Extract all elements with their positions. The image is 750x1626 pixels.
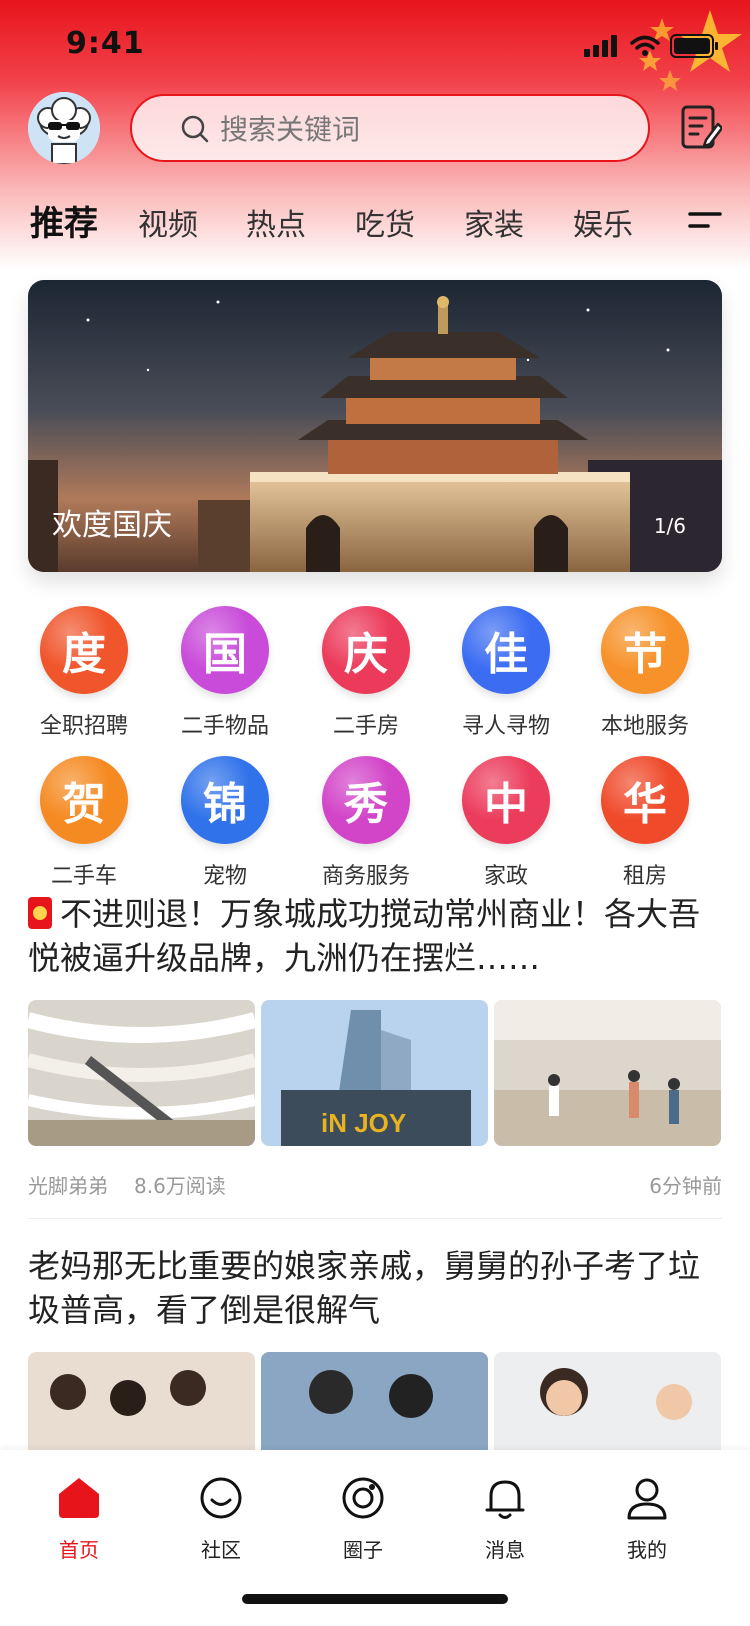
tab-entertainment[interactable]: 娱乐 <box>573 200 633 244</box>
service-grid-label: 二手物品 <box>180 714 269 739</box>
festival-glyph-icon: 贺 <box>40 756 128 844</box>
article-title: 老妈那无比重要的娘家亲戚，舅舅的孙子考了垃圾普高，看了倒是很解气 <box>28 1247 701 1329</box>
search-bar[interactable]: 搜索关键词 <box>130 94 650 162</box>
article-thumbnails: iN JOY <box>28 1000 722 1146</box>
article-title-text: 不进则退！万象城成功搅动常州商业！各大吾悦被逼升级品牌，九洲仍在摆烂…… <box>28 895 701 977</box>
edit-note-icon[interactable] <box>680 104 722 150</box>
service-grid-label: 二手房 <box>332 714 399 739</box>
service-grid-item[interactable]: 国二手物品 <box>150 606 300 740</box>
service-grid-item[interactable]: 中家政 <box>431 756 581 890</box>
signal-icon <box>584 35 617 57</box>
category-tabs: 推荐 视频 热点 吃货 家装 娱乐 <box>30 200 730 250</box>
menu-icon[interactable] <box>688 210 722 232</box>
article-time: 6分钟前 <box>649 1174 722 1198</box>
nav-label: 我的 <box>627 1538 667 1562</box>
service-grid-item[interactable]: 锦宠物 <box>150 756 300 890</box>
header-top-row: 搜索关键词 <box>0 92 750 172</box>
tab-video[interactable]: 视频 <box>138 200 198 244</box>
tab-home-decor[interactable]: 家装 <box>464 200 524 244</box>
nav-circle[interactable]: 圈子 <box>288 1474 438 1563</box>
svg-text:iN JOY: iN JOY <box>321 1108 406 1138</box>
article-author: 光脚弟弟 <box>28 1174 108 1198</box>
service-grid-item[interactable]: 贺二手车 <box>9 756 159 890</box>
nav-label: 圈子 <box>343 1538 383 1562</box>
home-icon <box>59 1478 99 1518</box>
nav-label: 社区 <box>201 1538 241 1562</box>
status-icons <box>584 34 720 58</box>
avatar[interactable] <box>28 92 100 164</box>
nav-label: 首页 <box>59 1538 99 1562</box>
nav-community[interactable]: 社区 <box>146 1474 296 1563</box>
service-grid-label: 商务服务 <box>321 864 410 889</box>
cloud-avatar-icon <box>28 92 100 164</box>
service-grid-item[interactable]: 度全职招聘 <box>9 606 159 740</box>
service-grid-label: 租房 <box>622 864 667 889</box>
mall-interior-thumbnail <box>494 1000 721 1146</box>
search-placeholder: 搜索关键词 <box>220 113 361 146</box>
divider <box>28 1218 722 1219</box>
service-grid-label: 家政 <box>483 864 528 889</box>
festival-glyph-icon: 国 <box>181 606 269 694</box>
article-reads: 8.6万阅读 <box>134 1174 226 1198</box>
banner-carousel[interactable]: 欢度国庆 1/6 <box>28 280 722 572</box>
search-icon <box>181 115 209 143</box>
festival-glyph-icon: 庆 <box>322 606 410 694</box>
banner-caption: 欢度国庆 <box>52 508 172 543</box>
festival-glyph-icon: 秀 <box>322 756 410 844</box>
mall-atrium-thumbnail <box>28 1000 255 1146</box>
service-grid-label: 宠物 <box>202 864 247 889</box>
festival-glyph-icon: 中 <box>462 756 550 844</box>
service-grid-item[interactable]: 庆二手房 <box>291 606 441 740</box>
red-envelope-icon <box>28 897 52 929</box>
smile-icon <box>200 1477 242 1519</box>
festival-glyph-icon: 度 <box>40 606 128 694</box>
article-card[interactable]: 不进则退！万象城成功搅动常州商业！各大吾悦被逼升级品牌，九洲仍在摆烂…… iN … <box>28 892 722 1199</box>
circle-icon <box>342 1477 384 1519</box>
user-icon <box>627 1478 667 1520</box>
wifi-icon <box>630 35 660 56</box>
service-grid-label: 寻人寻物 <box>461 714 550 739</box>
tab-hot[interactable]: 热点 <box>246 200 306 244</box>
nav-messages[interactable]: 消息 <box>430 1474 580 1563</box>
service-grid-label: 本地服务 <box>600 714 689 739</box>
tab-food[interactable]: 吃货 <box>355 200 415 244</box>
status-bar: 9:41 <box>0 0 750 92</box>
battery-icon <box>670 34 718 58</box>
banner-page-counter: 1/6 <box>653 514 686 538</box>
service-grid-item[interactable]: 秀商务服务 <box>291 756 441 890</box>
service-grid-item[interactable]: 华租房 <box>570 756 720 890</box>
article-title: 不进则退！万象城成功搅动常州商业！各大吾悦被逼升级品牌，九洲仍在摆烂…… <box>28 892 722 980</box>
tab-recommend[interactable]: 推荐 <box>30 196 98 245</box>
nav-profile[interactable]: 我的 <box>572 1474 722 1563</box>
article-meta: 光脚弟弟 8.6万阅读 6分钟前 <box>28 1170 722 1199</box>
service-grid-item[interactable]: 佳寻人寻物 <box>431 606 581 740</box>
service-grid-label: 全职招聘 <box>39 714 128 739</box>
festival-glyph-icon: 佳 <box>462 606 550 694</box>
status-time: 9:41 <box>66 26 145 61</box>
service-grid-item[interactable]: 节本地服务 <box>570 606 720 740</box>
office-tower-thumbnail: iN JOY <box>261 1000 488 1146</box>
festival-glyph-icon: 锦 <box>181 756 269 844</box>
service-grid-label: 二手车 <box>50 864 117 889</box>
nav-label: 消息 <box>485 1538 525 1562</box>
bell-icon <box>485 1480 525 1519</box>
festival-glyph-icon: 华 <box>601 756 689 844</box>
home-indicator <box>242 1594 508 1604</box>
nav-home[interactable]: 首页 <box>4 1474 154 1563</box>
festival-glyph-icon: 节 <box>601 606 689 694</box>
